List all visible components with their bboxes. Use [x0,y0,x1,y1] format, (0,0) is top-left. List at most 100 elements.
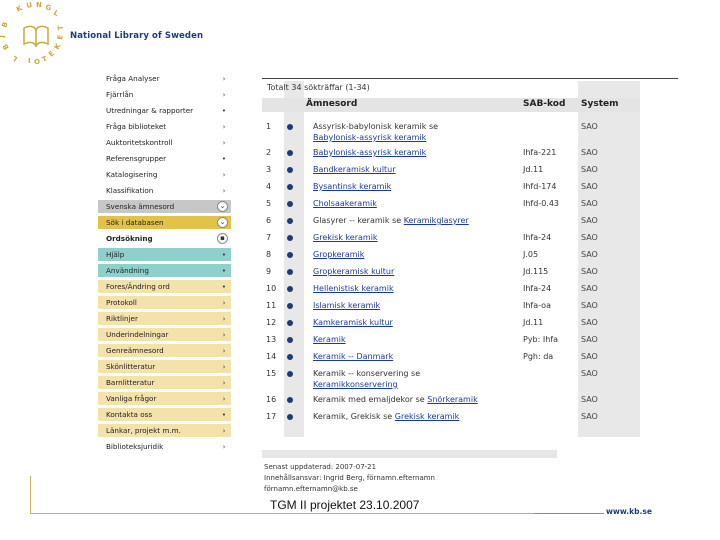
sidebar-item[interactable]: Kontakta oss • [98,408,231,422]
row-term[interactable]: Keramik -- Danmark [313,352,393,361]
see-reference-link[interactable]: Grekisk keramik [395,412,460,421]
svg-text:G: G [44,3,52,12]
row-term-text[interactable]: Grekisk keramik [313,233,378,242]
row-system: SAO [581,250,598,259]
sidebar-item[interactable]: Svenska ämnesord ⌄ [98,200,231,214]
sidebar-item[interactable]: Underindelningar › [98,328,231,342]
row-term-text[interactable]: Keramik -- Danmark [313,352,393,361]
row-term[interactable]: Glasyrer -- keramik se Keramikglasyrer [313,216,469,225]
sidebar-item-label: Skönlitteratur [106,362,156,371]
row-term-text[interactable]: Keramik -- konservering se [313,369,420,378]
sidebar-item[interactable]: Utredningar & rapporter • [98,104,231,118]
row-term[interactable]: Keramik [313,335,346,344]
row-system: SAO [581,182,598,191]
sidebar-item[interactable]: Ordsökning ▪ [98,232,231,246]
chevron-right-icon: › [222,442,226,451]
see-reference-link[interactable]: Babylonisk-assyrisk keramik [313,133,426,142]
sidebar-item-label: Sök i databasen [106,218,164,227]
row-term[interactable]: Grekisk keramik [313,233,378,242]
header-system[interactable]: System [581,99,619,109]
row-term-text[interactable]: Islamisk keramik [313,301,380,310]
row-term[interactable]: Babylonisk-assyrisk keramik [313,148,426,157]
row-term-text[interactable]: Gropkeramisk kultur [313,267,394,276]
row-system: SAO [581,199,598,208]
row-term[interactable]: Hellenistisk keramik [313,284,394,293]
sidebar-item[interactable]: Skönlitteratur › [98,360,231,374]
sidebar-item[interactable]: Länkar, projekt m.m. › [98,424,231,438]
sidebar-item-label: Utredningar & rapporter [106,106,194,115]
sidebar-item[interactable]: Katalogisering › [98,168,231,182]
row-term-text[interactable]: Assyrisk-babylonisk keramik se [313,122,438,131]
row-term-text[interactable]: Kamkeramisk kultur [313,318,393,327]
sidebar-item[interactable]: Vanliga frågor › [98,392,231,406]
sidebar-item[interactable]: Biblioteksjuridik › [98,440,231,454]
row-system: SAO [581,216,598,225]
table-row: 4 Bysantinsk keramik Ihfd-174 SAO [262,180,640,197]
row-number: 6 [266,216,272,225]
see-reference-link[interactable]: Keramikglasyrer [404,216,469,225]
row-term-text[interactable]: Glasyrer -- keramik se [313,216,401,225]
bullet-icon [287,124,293,130]
header-term[interactable]: Ämnesord [306,99,357,109]
sidebar-item[interactable]: Fores/Ändring ord • [98,280,231,294]
sidebar-item[interactable]: Fråga Analyser › [98,72,231,86]
chevron-right-icon: › [222,394,226,403]
sidebar-item[interactable]: Fjärrlån › [98,88,231,102]
sidebar-item[interactable]: Klassifikation › [98,184,231,198]
sidebar-item[interactable]: Genreämnesord › [98,344,231,358]
sidebar-item[interactable]: Sök i databasen ⌄ [98,216,231,230]
row-term[interactable]: Cholsaakeramik [313,199,377,208]
chevron-right-icon: › [222,330,226,339]
chevron-right-icon: › [222,122,226,131]
sidebar-item[interactable]: Hjälp • [98,248,231,262]
row-term-text[interactable]: Bandkeramisk kultur [313,165,396,174]
svg-text:K: K [53,42,63,51]
table-row: 8 Gropkeramik J.05 SAO [262,248,640,265]
row-term[interactable]: Keramik, Grekisk se Grekisk keramik [313,412,459,421]
row-term-text[interactable]: Cholsaakeramik [313,199,377,208]
see-reference-link[interactable]: Keramikkonservering [313,380,398,389]
row-system: SAO [581,395,598,404]
row-system: SAO [581,122,598,131]
row-term[interactable]: Assyrisk-babylonisk keramik se [313,122,438,131]
sidebar-item[interactable]: Användning • [98,264,231,278]
sidebar-item-label: Ordsökning [106,234,153,243]
row-term-text[interactable]: Babylonisk-assyrisk keramik [313,148,426,157]
bullet-icon [287,201,293,207]
row-term[interactable]: Gropkeramisk kultur [313,267,394,276]
row-number: 15 [266,369,277,378]
row-number: 17 [266,412,277,421]
row-term-text[interactable]: Keramik [313,335,346,344]
row-term-text[interactable]: Hellenistisk keramik [313,284,394,293]
footer-email[interactable]: förnamn.efternamn@kb.se [264,485,358,493]
row-term[interactable]: Kamkeramisk kultur [313,318,393,327]
row-term[interactable]: Keramik med emaljdekor se Snörkeramik [313,395,478,404]
sidebar-item[interactable]: Referensgrupper • [98,152,231,166]
row-system: SAO [581,412,598,421]
row-term-text[interactable]: Keramik, Grekisk se [313,412,392,421]
chevron-down-icon: ⌄ [217,217,228,228]
row-term[interactable]: Islamisk keramik [313,301,380,310]
sidebar-item[interactable]: Riktlinjer › [98,312,231,326]
sidebar-item[interactable]: Barnlitteratur › [98,376,231,390]
bullet-icon [287,184,293,190]
row-term-text[interactable]: Keramik med emaljdekor se [313,395,425,404]
row-sab-code: Jd.115 [523,267,549,276]
row-term[interactable]: Bysantinsk keramik [313,182,391,191]
top-divider [262,78,678,79]
sidebar-item[interactable]: Auktoritetskontroll › [98,136,231,150]
row-term-text[interactable]: Gropkeramik [313,250,364,259]
row-term[interactable]: Bandkeramisk kultur [313,165,396,174]
row-term-text[interactable]: Bysantinsk keramik [313,182,391,191]
row-term[interactable]: Gropkeramik [313,250,364,259]
row-number: 3 [266,165,272,174]
sidebar-item-label: Fråga biblioteket [106,122,167,131]
row-term[interactable]: Keramik -- konservering se [313,369,420,378]
bullet-icon: • [221,154,227,163]
bullet-icon [287,252,293,258]
sidebar-item[interactable]: Fråga biblioteket › [98,120,231,134]
see-reference-link[interactable]: Snörkeramik [427,395,477,404]
sidebar-item[interactable]: Protokoll › [98,296,231,310]
header-sab[interactable]: SAB-kod [523,99,565,109]
row-number: 7 [266,233,272,242]
